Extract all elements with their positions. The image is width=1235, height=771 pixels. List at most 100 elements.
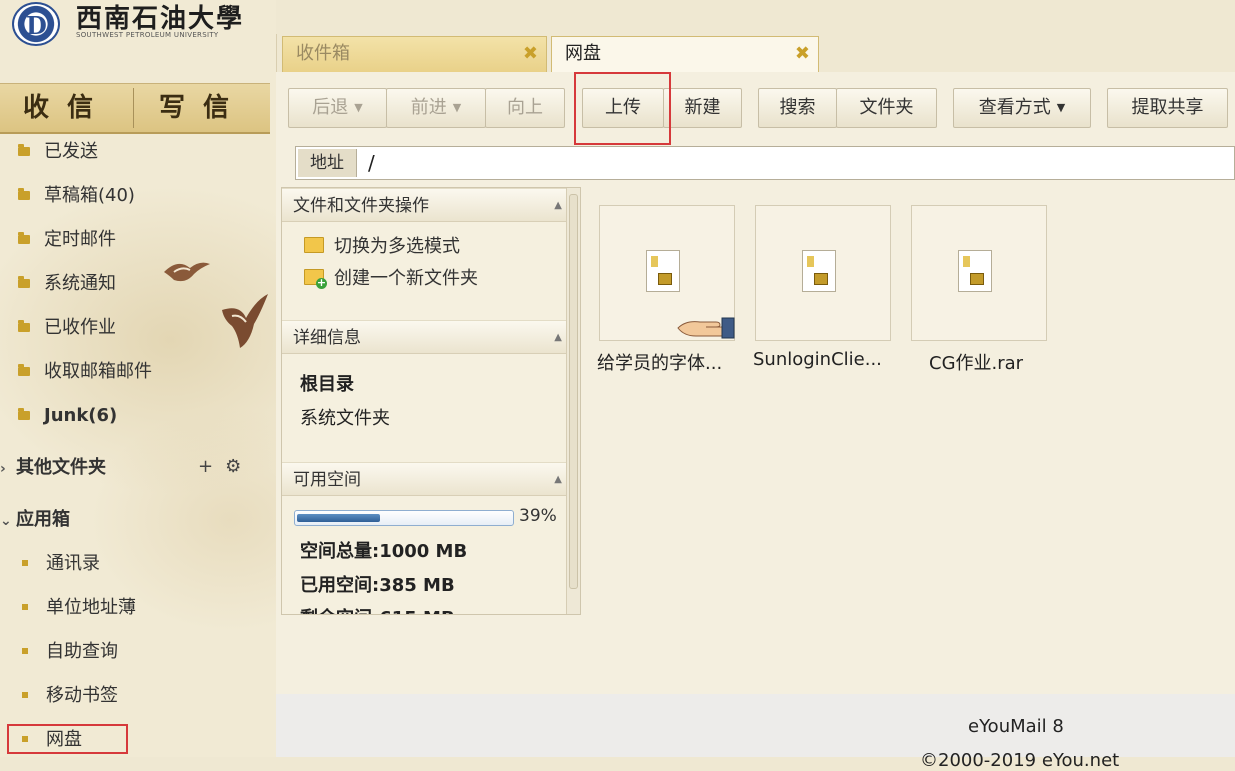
link-label: 切换为多选模式 <box>334 236 460 257</box>
bullet-icon <box>22 560 28 566</box>
compose-divider <box>133 88 134 128</box>
app-label: 移动书签 <box>46 685 118 706</box>
group-label: 其他文件夹 <box>16 457 106 478</box>
space-remaining: 剩余空间:615 MB <box>300 604 455 614</box>
new-button[interactable]: 新建 <box>663 88 742 128</box>
file-name[interactable]: SunloginClie... <box>753 349 903 370</box>
add-folder-icon[interactable]: + <box>198 456 213 477</box>
app-item-self-service[interactable]: 自助查询 <box>22 637 118 667</box>
folder-label: 系统通知 <box>44 273 116 294</box>
folder-item-fetch-mail[interactable]: 收取邮箱邮件 <box>18 357 152 387</box>
file-icon <box>802 250 836 292</box>
folders-icon <box>304 237 324 253</box>
space-total: 空间总量:1000 MB <box>300 541 468 562</box>
folder-icon <box>18 275 30 288</box>
other-folders-actions: + ⚙ <box>198 456 253 477</box>
file-thumbnail[interactable] <box>911 205 1047 341</box>
collapse-icon[interactable]: ▲ <box>554 321 562 355</box>
chevron-right-icon: › <box>0 461 6 477</box>
logo-english-name: SOUTHWEST PETROLEUM UNIVERSITY <box>76 31 219 39</box>
caret-down-icon: ▼ <box>1056 101 1066 114</box>
collapse-icon[interactable]: ▲ <box>554 189 562 223</box>
folder-icon <box>18 319 30 332</box>
section-title: 可用空间 <box>293 470 361 490</box>
chevron-down-icon: ⌄ <box>0 513 12 529</box>
folder-item-homework[interactable]: 已收作业 <box>18 313 116 343</box>
footer-copyright: ©2000-2019 eYou.net <box>920 750 1120 771</box>
folder-settings-icon[interactable]: ⚙ <box>225 456 241 477</box>
link-label: 创建一个新文件夹 <box>334 268 478 289</box>
folder-label: Junk(6) <box>44 405 118 426</box>
caret-down-icon: ▼ <box>452 101 462 114</box>
close-icon[interactable]: ✖ <box>523 37 538 71</box>
storage-progress-fill <box>297 514 380 522</box>
netdisk-side-panel: 文件和文件夹操作 ▲ 切换为多选模式 创建一个新文件夹 详细信息 ▲ 根目录 系统文… <box>281 187 581 615</box>
app-label: 通讯录 <box>46 553 100 574</box>
tab-netdisk[interactable]: 网盘 ✖ <box>551 36 819 72</box>
details-section-header[interactable]: 详细信息 ▲ <box>282 320 566 354</box>
multi-select-mode-link[interactable]: 切换为多选模式 <box>304 232 460 262</box>
up-button[interactable]: 向上 <box>485 88 565 128</box>
toolbar: 后退 ▼ 前进 ▼ 向上 上传 新建 搜索 文件夹 查看方式 ▼ 提取共享 <box>276 72 1235 144</box>
search-button[interactable]: 搜索 <box>758 88 837 128</box>
fetch-share-button[interactable]: 提取共享 <box>1107 88 1228 128</box>
back-button[interactable]: 后退 ▼ <box>288 88 387 128</box>
folder-item-sent[interactable]: 已发送 <box>18 137 98 167</box>
file-name[interactable]: 给学员的字体... <box>597 349 747 375</box>
create-folder-link[interactable]: 创建一个新文件夹 <box>304 264 478 294</box>
button-label: 前进 <box>410 97 447 118</box>
folder-item-scheduled[interactable]: 定时邮件 <box>18 225 116 255</box>
detail-type: 系统文件夹 <box>300 408 390 429</box>
ops-section-header[interactable]: 文件和文件夹操作 ▲ <box>282 188 566 222</box>
compose-bar: 收信 写信 <box>0 83 270 134</box>
folder-item-drafts[interactable]: 草稿箱(40) <box>18 181 135 211</box>
tab-inbox[interactable]: 收件箱 ✖ <box>282 36 547 72</box>
app-item-mobile-bookmarks[interactable]: 移动书签 <box>22 681 118 711</box>
storage-progress-bar <box>294 510 514 526</box>
university-logo[interactable]: D 西南石油大學 SOUTHWEST PETROLEUM UNIVERSITY <box>10 0 270 48</box>
button-label: 后退 <box>312 97 349 118</box>
space-used: 已用空间:385 MB <box>300 575 455 596</box>
group-label: 应用箱 <box>16 509 70 530</box>
panel-scrollbar[interactable] <box>566 188 580 614</box>
view-mode-button[interactable]: 查看方式 ▼ <box>953 88 1091 128</box>
receive-mail-button[interactable]: 收信 <box>0 84 134 132</box>
logo-chinese-name: 西南石油大學 <box>76 4 245 34</box>
app-item-contacts[interactable]: 通讯录 <box>22 549 100 579</box>
app-label: 自助查询 <box>46 641 118 662</box>
folder-item-junk[interactable]: Junk(6) <box>18 401 117 431</box>
file-thumbnail[interactable] <box>755 205 891 341</box>
app-item-org-address-book[interactable]: 单位地址薄 <box>22 593 136 623</box>
write-mail-button[interactable]: 写信 <box>136 84 270 132</box>
sidebar: D 西南石油大學 SOUTHWEST PETROLEUM UNIVERSITY … <box>0 0 277 757</box>
apps-toggle[interactable]: ⌄ 应用箱 <box>0 505 70 535</box>
other-folders-toggle[interactable]: › 其他文件夹 <box>0 453 106 483</box>
section-title: 文件和文件夹操作 <box>293 196 429 216</box>
file-name[interactable]: CG作业.rar <box>929 349 1079 375</box>
folder-label: 草稿箱(40) <box>44 185 135 206</box>
folder-item-system-notice[interactable]: 系统通知 <box>18 269 116 299</box>
forward-button[interactable]: 前进 ▼ <box>386 88 486 128</box>
folder-button[interactable]: 文件夹 <box>836 88 937 128</box>
new-folder-icon <box>304 269 327 289</box>
file-thumbnail[interactable] <box>599 205 735 341</box>
storage-percent: 39% <box>519 506 557 526</box>
collapse-icon[interactable]: ▲ <box>554 463 562 497</box>
folder-label: 收取邮箱邮件 <box>44 361 152 382</box>
close-icon[interactable]: ✖ <box>795 37 810 71</box>
scrollbar-thumb[interactable] <box>569 194 578 589</box>
bullet-icon <box>22 692 28 698</box>
app-label: 单位地址薄 <box>46 597 136 618</box>
footer-brand: eYouMail 8 <box>968 716 1064 737</box>
address-input[interactable]: / <box>368 147 375 179</box>
footer: eYouMail 8 ©2000-2019 eYou.net <box>276 694 1235 771</box>
folder-icon <box>18 407 30 420</box>
bullet-icon <box>22 604 28 610</box>
space-section-header[interactable]: 可用空间 ▲ <box>282 462 566 496</box>
address-bar: 地址 / <box>295 146 1235 180</box>
top-strip <box>276 0 1235 34</box>
bird-decoration-icon <box>164 262 210 282</box>
folder-label: 定时邮件 <box>44 229 116 250</box>
folder-icon <box>18 231 30 244</box>
detail-name: 根目录 <box>300 374 354 395</box>
